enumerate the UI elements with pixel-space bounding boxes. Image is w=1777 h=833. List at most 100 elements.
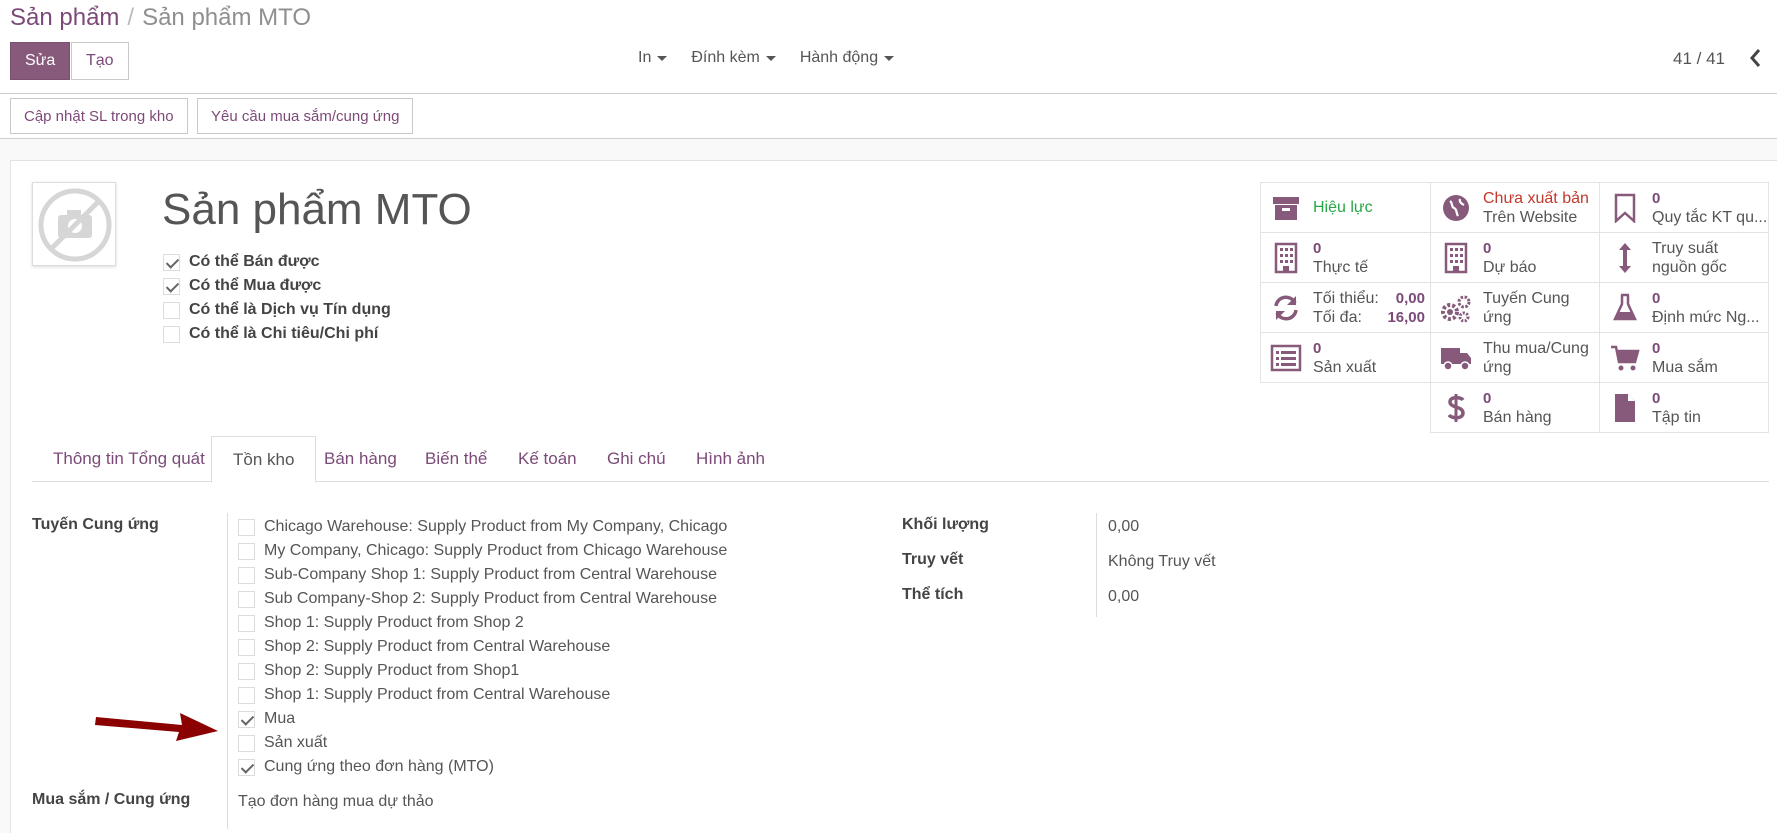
bom-value: 0 (1652, 289, 1661, 307)
breadcrumb-separator: / (127, 4, 135, 31)
reorder-max-value: 16,00 (1387, 308, 1425, 326)
traceability-button[interactable]: Truy suất nguồn gốc (1599, 232, 1769, 283)
purchased-label-line2: ứng (1483, 358, 1512, 376)
tab-images[interactable]: Hình ảnh (675, 436, 786, 482)
on-hand-button[interactable]: 0 Thực tế (1260, 232, 1431, 283)
route-checkbox[interactable] (238, 686, 255, 704)
active-toggle-button[interactable]: Hiệu lực (1260, 182, 1431, 233)
pager-value[interactable]: 41 / 41 (1673, 49, 1725, 69)
route-item: Sub Company-Shop 2: Supply Product from … (238, 587, 727, 611)
reorder-min-value: 0,00 (1395, 289, 1425, 307)
putaway-value: 0 (1652, 189, 1661, 207)
edit-button[interactable]: Sửa (10, 42, 71, 80)
no-image-icon (38, 188, 112, 262)
routes-button[interactable]: Tuyến Cung ứng (1430, 282, 1600, 333)
option-label: Có thể là Dịch vụ Tín dụng (189, 301, 391, 318)
route-label: Cung ứng theo đơn hàng (MTO) (264, 758, 494, 775)
bom-button[interactable]: 0 Định mức Ng... (1599, 282, 1769, 333)
caret-down-icon (765, 55, 776, 61)
building-icon (1269, 241, 1303, 275)
procurement-field-value[interactable]: Tạo đơn hàng mua dự thảo (238, 793, 434, 811)
print-dropdown-label: In (638, 49, 652, 66)
expense-checkbox[interactable] (163, 325, 180, 343)
route-checkbox[interactable] (238, 542, 255, 560)
route-item: Shop 2: Supply Product from Shop1 (238, 659, 727, 683)
route-checkbox[interactable] (238, 662, 255, 680)
tab-inventory[interactable]: Tồn kho (211, 436, 317, 483)
route-checkbox[interactable] (238, 590, 255, 608)
routes-field-label: Tuyến Cung ứng (32, 516, 159, 533)
route-label: My Company, Chicago: Supply Product from… (264, 542, 728, 559)
can-be-purchased-checkbox[interactable] (163, 277, 180, 295)
product-options: Có thể Bán được Có thể Mua được Có thể l… (163, 250, 391, 346)
route-label: Shop 1: Supply Product from Central Ware… (264, 686, 611, 703)
tab-general-information[interactable]: Thông tin Tổng quát (32, 436, 226, 482)
route-label: Sub-Company Shop 1: Supply Product from … (264, 566, 717, 583)
reorder-max-label: Tối đa: (1313, 308, 1362, 326)
action-dropdown-label: Hành động (799, 49, 879, 66)
tab-variants[interactable]: Biến thể (404, 436, 508, 482)
smart-buttons: Hiệu lực Chưa xuất bản Trên Website 0 Quy … (1260, 182, 1769, 433)
flask-icon (1608, 291, 1642, 325)
breadcrumb-current: Sản phẩm MTO (142, 4, 312, 31)
cogs-icon (1439, 291, 1473, 325)
option-label: Có thể là Chi tiêu/Chi phí (189, 325, 379, 342)
tab-sales[interactable]: Bán hàng (303, 436, 418, 482)
credit-service-checkbox[interactable] (163, 301, 180, 319)
reorder-min-label: Tối thiểu: (1313, 289, 1379, 307)
route-checkbox[interactable] (238, 638, 255, 656)
tracking-field-value[interactable]: Không Truy vết (1108, 553, 1216, 571)
create-button[interactable]: Tạo (71, 42, 129, 80)
website-publish-button[interactable]: Chưa xuất bản Trên Website (1430, 182, 1600, 233)
putaway-rules-button[interactable]: 0 Quy tắc KT qu... (1599, 182, 1769, 233)
traceability-label-line1: Truy suất (1652, 239, 1719, 257)
routes-label-line2: ứng (1483, 308, 1512, 326)
route-checkbox-buy[interactable] (238, 710, 255, 728)
manufacturing-button[interactable]: 0 Sản xuất (1260, 332, 1431, 383)
can-be-sold-checkbox[interactable] (163, 253, 180, 271)
print-dropdown[interactable]: In (638, 49, 668, 67)
purchase-orders-value: 0 (1652, 339, 1661, 357)
reordering-rules-button[interactable]: Tối thiểu: 0,00 Tối đa: 16,00 (1260, 282, 1431, 333)
tab-notes[interactable]: Ghi chú (586, 436, 687, 482)
purchased-button[interactable]: Thu mua/Cung ứng (1430, 332, 1600, 383)
weight-field-value[interactable]: 0,00 (1108, 518, 1139, 536)
route-checkbox[interactable] (238, 614, 255, 632)
volume-field-value[interactable]: 0,00 (1108, 588, 1139, 606)
pager-previous-button[interactable] (1745, 46, 1767, 70)
route-checkbox-manufacture[interactable] (238, 734, 255, 752)
building-icon (1439, 241, 1473, 275)
route-label: Sản xuất (264, 734, 328, 751)
sales-value: 0 (1483, 389, 1492, 407)
route-item: Chicago Warehouse: Supply Product from M… (238, 515, 727, 539)
option-can-be-sold: Có thể Bán được (163, 250, 391, 274)
chevron-left-icon (1750, 49, 1761, 67)
route-label: Mua (264, 710, 296, 727)
breadcrumb-products-link[interactable]: Sản phẩm (10, 4, 119, 31)
attachment-dropdown[interactable]: Đính kèm (691, 49, 776, 67)
truck-icon (1439, 341, 1473, 375)
route-item: Sub-Company Shop 1: Supply Product from … (238, 563, 727, 587)
product-image[interactable] (32, 182, 116, 266)
shopping-cart-icon (1608, 341, 1642, 375)
putaway-label: Quy tắc KT qu... (1652, 208, 1768, 226)
route-item: Shop 2: Supply Product from Central Ware… (238, 635, 727, 659)
documents-button[interactable]: 0 Tập tin (1599, 382, 1769, 433)
status-bar: Cập nhật SL trong kho Yêu cầu mua sắm/cu… (0, 94, 1777, 139)
sales-button[interactable]: 0 Bán hàng (1430, 382, 1600, 433)
volume-field-label: Thể tích (902, 586, 964, 603)
route-checkbox-mto[interactable] (238, 758, 255, 776)
procurement-request-button[interactable]: Yêu cầu mua sắm/cung ứng (197, 98, 414, 134)
route-item: My Company, Chicago: Supply Product from… (238, 539, 727, 563)
tab-accounting[interactable]: Kế toán (497, 436, 598, 482)
route-item-buy: Mua (238, 707, 727, 731)
route-checkbox[interactable] (238, 518, 255, 536)
route-label: Shop 1: Supply Product from Shop 2 (264, 614, 524, 631)
purchase-orders-button[interactable]: 0 Mua sắm (1599, 332, 1769, 383)
update-quantity-button[interactable]: Cập nhật SL trong kho (10, 98, 188, 134)
field-separator (227, 513, 228, 829)
forecast-button[interactable]: 0 Dự báo (1430, 232, 1600, 283)
action-dropdown[interactable]: Hành động (799, 49, 895, 67)
field-separator (1096, 513, 1097, 617)
route-checkbox[interactable] (238, 566, 255, 584)
